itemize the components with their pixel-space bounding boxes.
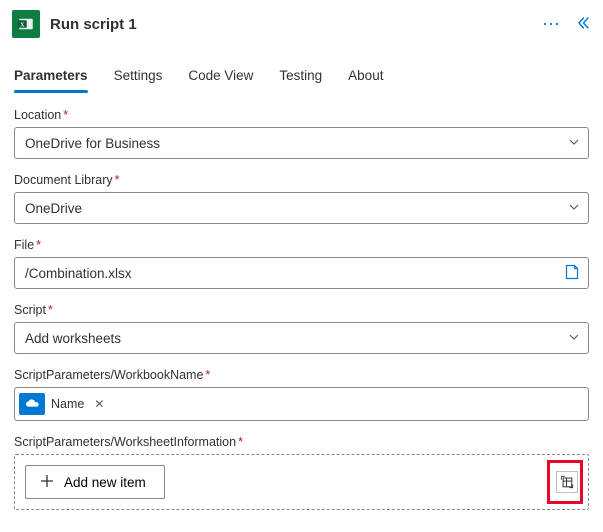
tab-code-view[interactable]: Code View <box>188 62 253 93</box>
file-input[interactable]: /Combination.xlsx <box>14 257 589 289</box>
document-library-select[interactable]: OneDrive <box>14 192 589 224</box>
remove-token-icon[interactable]: ✕ <box>90 397 108 411</box>
field-script: Script* Add worksheets <box>14 303 589 354</box>
svg-text:X: X <box>20 22 25 28</box>
chevron-down-icon <box>568 136 580 151</box>
field-location: Location* OneDrive for Business <box>14 108 589 159</box>
dynamic-content-button[interactable] <box>556 471 578 493</box>
add-new-item-button[interactable]: Add new item <box>25 465 165 499</box>
label-file: File* <box>14 238 589 252</box>
plus-icon <box>40 474 54 491</box>
chevron-down-icon <box>568 331 580 346</box>
onedrive-token-icon <box>19 393 45 415</box>
field-workbook-name: ScriptParameters/WorkbookName* Name ✕ <box>14 368 589 421</box>
more-icon[interactable]: ⋯ <box>542 15 561 33</box>
tab-about[interactable]: About <box>348 62 383 93</box>
field-document-library: Document Library* OneDrive <box>14 173 589 224</box>
script-select[interactable]: Add worksheets <box>14 322 589 354</box>
label-script: Script* <box>14 303 589 317</box>
tab-bar: Parameters Settings Code View Testing Ab… <box>10 44 593 94</box>
chevron-down-icon <box>568 201 580 216</box>
field-worksheet-information: ScriptParameters/WorksheetInformation* A… <box>14 435 589 510</box>
worksheet-info-area: Add new item <box>14 454 589 510</box>
workbook-name-input[interactable]: Name ✕ <box>14 387 589 421</box>
label-worksheet-information: ScriptParameters/WorksheetInformation* <box>14 435 589 449</box>
collapse-icon[interactable] <box>575 15 591 34</box>
location-select[interactable]: OneDrive for Business <box>14 127 589 159</box>
header-actions: ⋯ <box>542 15 591 34</box>
file-picker-icon[interactable] <box>564 264 580 283</box>
card-header: X Run script 1 ⋯ <box>10 8 593 44</box>
field-file: File* /Combination.xlsx <box>14 238 589 289</box>
tab-parameters[interactable]: Parameters <box>14 62 88 93</box>
tab-testing[interactable]: Testing <box>279 62 322 93</box>
label-document-library: Document Library* <box>14 173 589 187</box>
parameters-panel: Location* OneDrive for Business Document… <box>10 94 593 510</box>
card-title: Run script 1 <box>50 16 542 33</box>
label-location: Location* <box>14 108 589 122</box>
label-workbook-name: ScriptParameters/WorkbookName* <box>14 368 589 382</box>
dynamic-token-name[interactable]: Name ✕ <box>19 393 111 415</box>
excel-icon: X <box>12 10 40 38</box>
tab-settings[interactable]: Settings <box>114 62 163 93</box>
action-card: X Run script 1 ⋯ Parameters Settings Cod… <box>0 0 603 532</box>
